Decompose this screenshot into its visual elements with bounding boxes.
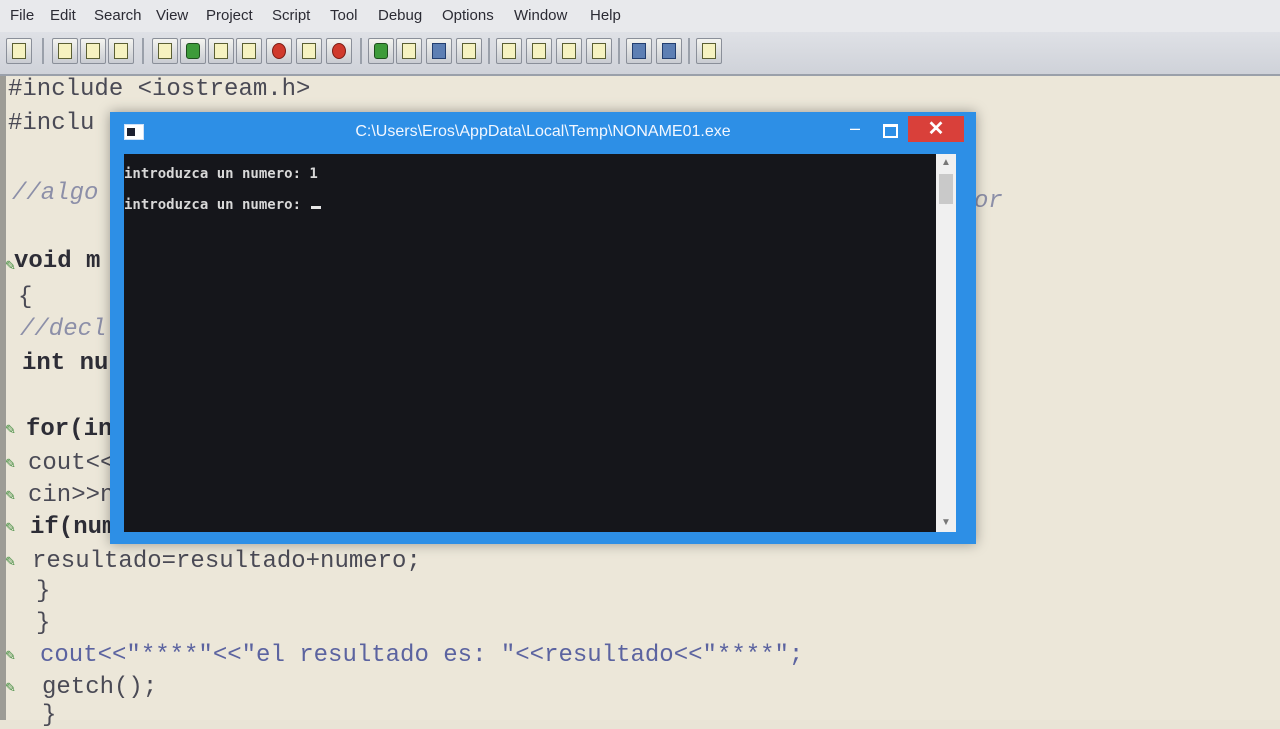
watch-icon[interactable]: [586, 38, 612, 64]
breakpoint-icon: ✎: [5, 648, 16, 663]
menu-window[interactable]: Window: [514, 7, 567, 24]
code-line: int nu: [22, 350, 109, 377]
menu-view[interactable]: View: [156, 7, 188, 24]
scroll-up-icon[interactable]: ▲: [936, 154, 956, 172]
console-line: introduzca un numero: 1: [124, 166, 318, 182]
console-titlebar[interactable]: C:\Users\Eros\AppData\Local\Temp\NONAME0…: [110, 112, 976, 150]
code-line: #include <iostream.h>: [8, 76, 311, 103]
console-scrollbar[interactable]: ▲ ▼: [936, 154, 956, 532]
menu-tool[interactable]: Tool: [330, 7, 358, 24]
step-over-icon[interactable]: [556, 38, 582, 64]
run-icon[interactable]: [208, 38, 234, 64]
console-line: introduzca un numero:: [124, 197, 322, 213]
breakpoint-icon: ✎: [5, 422, 16, 437]
undo-icon[interactable]: [368, 38, 394, 64]
breakpoint-icon: ✎: [5, 488, 16, 503]
menu-debug[interactable]: Debug: [378, 7, 422, 24]
code-line: cout<<: [28, 450, 115, 477]
menu-options[interactable]: Options: [442, 7, 494, 24]
code-line: }: [36, 610, 51, 637]
step-icon[interactable]: [496, 38, 522, 64]
breakpoint-icon: ✎: [5, 520, 16, 535]
scroll-down-icon[interactable]: ▼: [936, 514, 956, 532]
code-line: getch();: [42, 674, 158, 701]
stop-icon[interactable]: [266, 38, 292, 64]
code-line: if(num: [30, 514, 117, 541]
menu-bar: File Edit Search View Project Script Too…: [0, 0, 1280, 32]
find-icon[interactable]: [152, 38, 178, 64]
code-line: }: [42, 702, 57, 729]
breakpoint-icon: ✎: [5, 680, 16, 695]
code-line: for(in: [26, 416, 113, 443]
tile-icon[interactable]: [656, 38, 682, 64]
close-button[interactable]: ✕: [908, 116, 964, 142]
code-line: {: [18, 284, 33, 311]
code-line: cout<<"****"<<"el resultado es: "<<resul…: [40, 642, 804, 669]
toolbar-separator: [688, 38, 690, 64]
paste-icon[interactable]: [456, 38, 482, 64]
toolbar-separator: [42, 38, 44, 64]
toolbar-separator: [142, 38, 144, 64]
code-line: cin>>n: [28, 482, 115, 509]
open-icon[interactable]: [80, 38, 106, 64]
code-line: or: [974, 188, 1003, 215]
toolbar-separator: [488, 38, 490, 64]
menu-project[interactable]: Project: [206, 7, 253, 24]
code-line: }: [36, 578, 51, 605]
copy-icon[interactable]: [426, 38, 452, 64]
breakpoint-icon: ✎: [5, 456, 16, 471]
scroll-thumb[interactable]: [939, 174, 953, 204]
compile-icon[interactable]: [180, 38, 206, 64]
debug-icon[interactable]: [326, 38, 352, 64]
code-line: void m: [14, 248, 101, 275]
menu-help[interactable]: Help: [590, 7, 621, 24]
help-icon[interactable]: [696, 38, 722, 64]
save-icon[interactable]: [108, 38, 134, 64]
console-window[interactable]: C:\Users\Eros\AppData\Local\Temp\NONAME0…: [110, 112, 976, 544]
new-file-icon[interactable]: [6, 38, 32, 64]
breakpoint-icon: ✎: [5, 554, 16, 569]
menu-search[interactable]: Search: [94, 7, 142, 24]
code-line: //algo: [12, 180, 99, 207]
console-output[interactable]: introduzca un numero: 1 introduzca un nu…: [124, 154, 936, 532]
maximize-button[interactable]: [874, 118, 904, 142]
menu-edit[interactable]: Edit: [50, 7, 76, 24]
compile-run-icon[interactable]: [236, 38, 262, 64]
new-project-icon[interactable]: [52, 38, 78, 64]
editor-gutter: [0, 76, 6, 720]
text-cursor: [311, 206, 322, 209]
code-line: resultado=resultado+numero;: [32, 548, 421, 575]
step-into-icon[interactable]: [526, 38, 552, 64]
code-line: //decl: [20, 316, 107, 343]
toolbar: [0, 32, 1280, 76]
code-line: #inclu: [8, 110, 95, 137]
rebuild-icon[interactable]: [296, 38, 322, 64]
window-icon[interactable]: [626, 38, 652, 64]
menu-script[interactable]: Script: [272, 7, 310, 24]
minimize-button[interactable]: –: [840, 118, 870, 142]
menu-file[interactable]: File: [10, 7, 34, 24]
toolbar-separator: [618, 38, 620, 64]
toolbar-separator: [360, 38, 362, 64]
cut-icon[interactable]: [396, 38, 422, 64]
